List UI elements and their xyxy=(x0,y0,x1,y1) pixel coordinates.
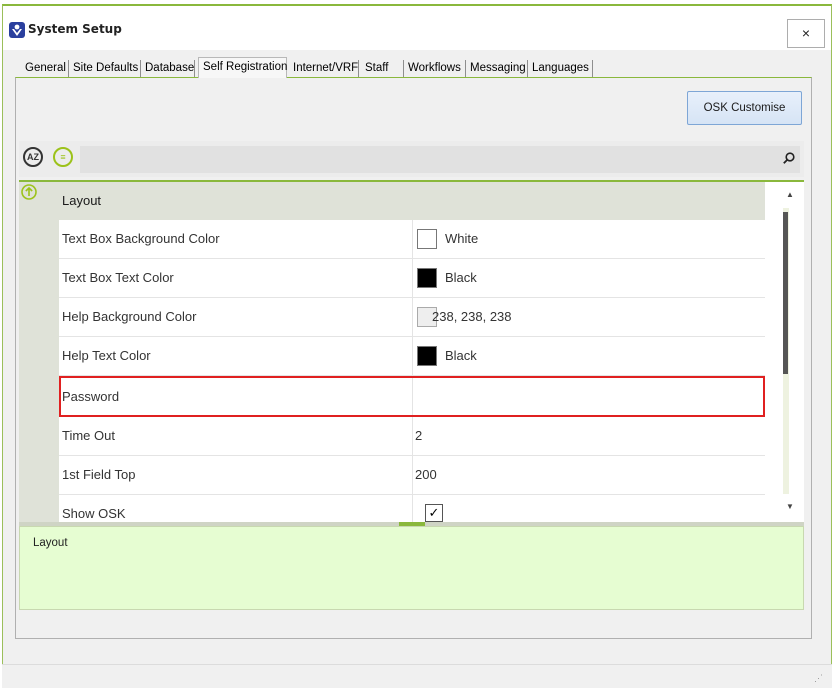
status-bar: ⋰ xyxy=(2,664,832,688)
color-swatch xyxy=(417,346,437,366)
property-value[interactable]: 200 xyxy=(415,456,437,494)
property-row-time-out[interactable]: Time Out 2 xyxy=(59,417,765,456)
property-grid-toolbar: AZ ≡ xyxy=(19,141,804,177)
property-name: Password xyxy=(62,389,120,404)
sort-categorized-icon[interactable]: ≡ xyxy=(53,147,73,167)
property-name: Help Text Color xyxy=(62,348,151,363)
property-row-1st-field-top[interactable]: 1st Field Top 200 xyxy=(59,456,765,495)
property-row-password[interactable]: Password xyxy=(59,376,765,417)
column-separator xyxy=(412,417,413,455)
close-button[interactable]: × xyxy=(787,19,825,48)
property-name: Text Box Background Color xyxy=(62,231,220,246)
column-separator xyxy=(412,259,413,297)
category-layout[interactable]: Layout xyxy=(59,182,765,220)
property-value: 238, 238, 238 xyxy=(432,309,512,324)
tab-internet-vrf[interactable]: Internet/VRF xyxy=(289,60,359,77)
property-name: Text Box Text Color xyxy=(62,270,174,285)
color-swatch xyxy=(417,268,437,288)
property-name: Help Background Color xyxy=(62,309,197,324)
app-logo-icon xyxy=(9,22,25,38)
column-separator xyxy=(412,495,413,524)
window-title: System Setup xyxy=(28,22,122,36)
column-separator xyxy=(412,337,413,375)
tab-database[interactable]: Database xyxy=(141,60,195,77)
scroll-down-arrow-icon[interactable]: ▼ xyxy=(783,502,797,514)
column-separator xyxy=(412,220,413,258)
tab-staff[interactable]: Staff xyxy=(361,60,404,77)
color-swatch xyxy=(417,229,437,249)
property-name: 1st Field Top xyxy=(62,467,136,482)
property-value: Black xyxy=(445,348,477,363)
resize-grip-icon[interactable]: ⋰ xyxy=(814,673,823,684)
column-separator xyxy=(412,456,413,494)
tab-self-registration[interactable]: Self Registration xyxy=(198,57,287,78)
search-icon[interactable] xyxy=(783,152,795,164)
help-title: Layout xyxy=(33,537,68,549)
tab-site-defaults[interactable]: Site Defaults xyxy=(69,60,141,77)
property-value: Black xyxy=(445,270,477,285)
help-panel: Layout xyxy=(19,526,804,610)
scroll-up-arrow-icon[interactable]: ▲ xyxy=(783,190,797,202)
property-row-show-osk[interactable]: Show OSK ✓ xyxy=(59,495,765,524)
column-separator xyxy=(412,378,413,415)
property-search-input[interactable] xyxy=(80,146,800,173)
property-row-help-background-color[interactable]: Help Background Color 238, 238, 238 xyxy=(59,298,765,337)
tab-general[interactable]: General xyxy=(21,60,69,77)
property-row-text-box-text-color[interactable]: Text Box Text Color Black xyxy=(59,259,765,298)
property-name: Time Out xyxy=(62,428,115,443)
tab-languages[interactable]: Languages xyxy=(528,60,593,77)
osk-customise-button[interactable]: OSK Customise xyxy=(687,91,802,125)
property-name: Show OSK xyxy=(62,506,126,521)
property-grid: Layout Text Box Background Color White T… xyxy=(19,180,804,524)
title-bar: System Setup × xyxy=(3,6,831,50)
scrollbar-thumb[interactable] xyxy=(783,212,788,374)
property-row-text-box-background-color[interactable]: Text Box Background Color White xyxy=(59,220,765,259)
column-separator xyxy=(412,298,413,336)
tab-workflows[interactable]: Workflows xyxy=(404,60,466,77)
tab-messaging[interactable]: Messaging xyxy=(466,60,528,77)
collapse-category-icon[interactable] xyxy=(21,184,37,200)
property-value[interactable]: 2 xyxy=(415,417,422,455)
category-gutter xyxy=(19,182,59,524)
property-row-help-text-color[interactable]: Help Text Color Black xyxy=(59,337,765,376)
show-osk-checkbox[interactable]: ✓ xyxy=(425,504,443,522)
property-value: White xyxy=(445,231,479,246)
vertical-scrollbar[interactable]: ▲ ▼ xyxy=(777,182,804,524)
sort-alphabetical-icon[interactable]: AZ xyxy=(23,147,43,167)
